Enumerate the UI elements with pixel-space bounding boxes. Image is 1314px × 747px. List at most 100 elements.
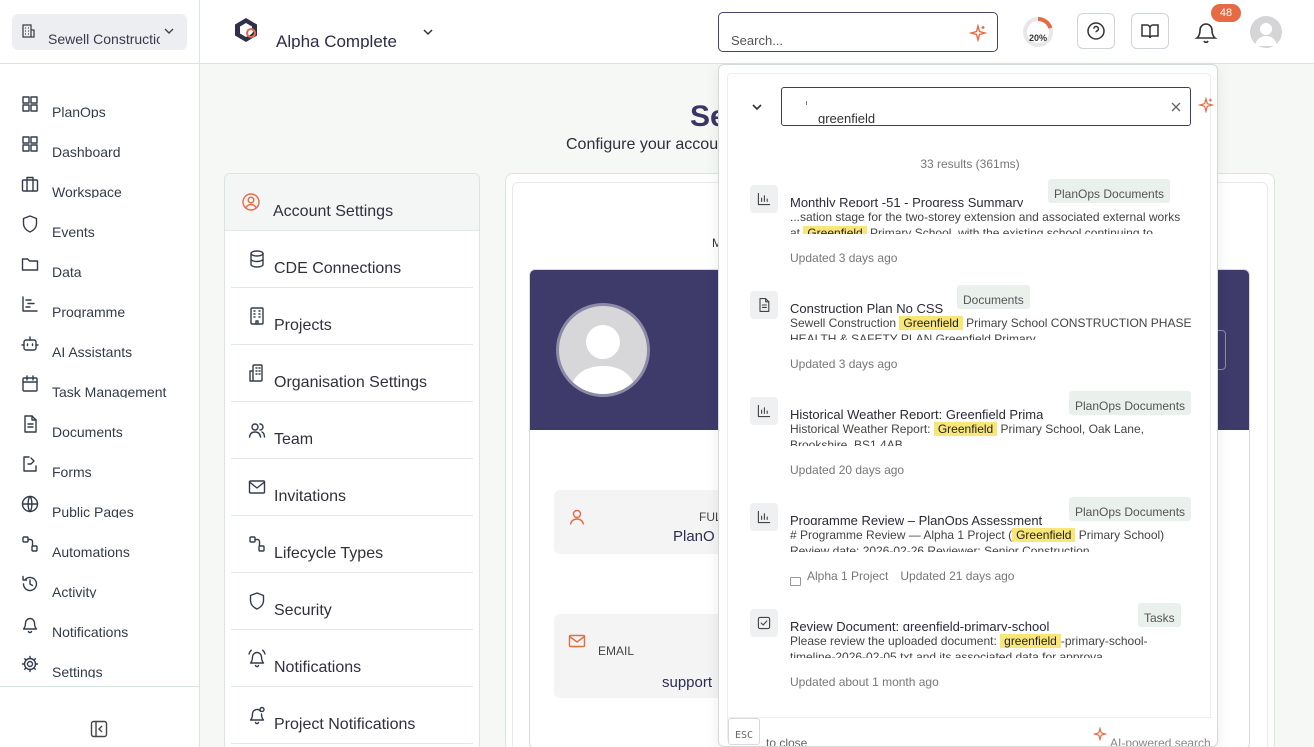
- progress-ring[interactable]: 20%: [1022, 16, 1054, 48]
- text-cursor: [806, 101, 810, 105]
- document-icon: [24, 415, 37, 433]
- users-icon: [248, 423, 266, 438]
- ai-search-label: AI-powered search: [1110, 736, 1211, 746]
- logo-icon[interactable]: [232, 16, 260, 44]
- settings-nav-item-project-notifications[interactable]: Project Notifications: [231, 687, 473, 744]
- shield-icon: [22, 215, 38, 233]
- sidebar-item-notifications[interactable]: Notifications: [0, 606, 199, 646]
- mail-icon: [248, 480, 266, 494]
- sidebar-item-label: Notifications: [52, 624, 129, 638]
- organisation-selector[interactable]: Sewell Construction: [12, 14, 187, 50]
- snippet-text: Please review the uploaded document:: [790, 634, 1001, 648]
- close-icon[interactable]: [1170, 101, 1182, 113]
- snippet-highlight: Greenfield: [933, 422, 998, 436]
- result-snippet: Sewell Construction Greenfield Primary S…: [790, 315, 1192, 340]
- settings-nav-item-account-settings[interactable]: Account Settings: [225, 174, 479, 231]
- result-snippet: Historical Weather Report: Greenfield Pr…: [790, 421, 1192, 446]
- result-source-tag: Documents: [957, 285, 1030, 309]
- sidebar-item-workspace[interactable]: Workspace: [0, 166, 199, 206]
- sidebar-item-automations[interactable]: Automations: [0, 526, 199, 566]
- search-result-item[interactable]: Monthly Report -51 - Progress Summary Pla…: [738, 175, 1198, 281]
- snippet-text: Primary School, with the existing school…: [866, 226, 1153, 234]
- search-query-input[interactable]: greenfield: [781, 87, 1191, 126]
- divider: [0, 63, 200, 64]
- search-input[interactable]: Search...: [718, 12, 998, 52]
- sidebar-item-forms[interactable]: Forms: [0, 446, 199, 486]
- avatar-icon: [569, 325, 637, 394]
- page-title: Se: [690, 100, 720, 133]
- settings-nav-item-lifecycle-types[interactable]: Lifecycle Types: [231, 516, 473, 573]
- settings-nav-label: Notifications: [274, 659, 362, 676]
- sidebar-item-label: PlanOps: [52, 104, 106, 118]
- sidebar-item-label: Task Management: [52, 384, 167, 398]
- sidebar-item-planops[interactable]: PlanOps: [0, 86, 199, 126]
- settings-nav-item-cde-connections[interactable]: CDE Connections: [231, 231, 473, 288]
- progress-ring-icon: [1023, 17, 1053, 47]
- user-circle-icon: [242, 193, 260, 211]
- chart-icon: [757, 404, 771, 418]
- settings-nav-item-security[interactable]: Security: [231, 573, 473, 630]
- sidebar-item-programme[interactable]: Programme: [0, 286, 199, 326]
- help-button[interactable]: [1077, 13, 1115, 49]
- history-icon: [22, 575, 38, 592]
- result-meta: Updated about 1 month ago: [790, 675, 939, 689]
- settings-nav-item-team[interactable]: Team: [231, 402, 473, 459]
- result-title: Programme Review – PlanOps Assessment: [790, 513, 1043, 525]
- settings-nav-item-notifications[interactable]: Notifications: [231, 630, 473, 687]
- settings-nav-label: Team: [274, 431, 314, 448]
- settings-nav-label: Projects: [274, 317, 332, 334]
- calendar-icon: [22, 375, 38, 392]
- email-value: support: [662, 674, 713, 691]
- sidebar-item-documents[interactable]: Documents: [0, 406, 199, 446]
- result-meta: Updated 20 days ago: [790, 463, 904, 477]
- sidebar-item-ai-assistants[interactable]: AI Assistants: [0, 326, 199, 366]
- notifications-bell-icon[interactable]: [1192, 18, 1220, 46]
- globe-icon: [21, 495, 39, 513]
- bell-icon: [22, 617, 38, 634]
- sidebar-item-events[interactable]: Events: [0, 206, 199, 246]
- buildings-icon: [249, 364, 263, 382]
- result-source-tag: PlanOps Documents: [1069, 391, 1192, 415]
- result-updated: Updated 3 days ago: [790, 357, 898, 371]
- sparkle-icon: [969, 24, 987, 42]
- top-bar: Alpha Complete Search... 20% 48: [200, 0, 1314, 64]
- building-icon: [250, 307, 264, 325]
- search-panel: greenfield 33 results (361ms) Monthly Re…: [727, 73, 1214, 746]
- collapse-sidebar-icon[interactable]: [90, 720, 108, 738]
- folder-icon: [21, 258, 39, 271]
- settings-nav-item-projects[interactable]: Projects: [231, 288, 473, 345]
- result-snippet: Please review the uploaded document: gre…: [790, 633, 1192, 658]
- page-subtitle: Configure your accou: [566, 136, 719, 153]
- sidebar-item-task-management[interactable]: Task Management: [0, 366, 199, 406]
- avatar-icon: [1255, 23, 1277, 46]
- sidebar-item-settings[interactable]: Settings: [0, 646, 199, 686]
- snippet-highlight: Greenfield: [803, 226, 867, 234]
- sidebar-item-activity[interactable]: Activity: [0, 566, 199, 606]
- search-result-item[interactable]: Historical Weather Report: Greenfield Pr…: [738, 387, 1198, 493]
- result-snippet: ...sation stage for the two-storey exten…: [790, 209, 1192, 234]
- search-result-item[interactable]: Review Document: greenfield-primary-scho…: [738, 599, 1198, 705]
- sidebar-item-data[interactable]: Data: [0, 246, 199, 286]
- sidebar-item-public-pages[interactable]: Public Pages: [0, 486, 199, 526]
- user-icon: [569, 509, 585, 525]
- user-avatar[interactable]: [1250, 16, 1282, 48]
- project-name[interactable]: Alpha Complete: [276, 32, 397, 49]
- sidebar-item-dashboard[interactable]: Dashboard: [0, 126, 199, 166]
- chart-icon: [757, 192, 771, 206]
- settings-nav-item-invitations[interactable]: Invitations: [231, 459, 473, 516]
- chevron-down-icon[interactable]: [422, 26, 434, 38]
- docs-button[interactable]: [1131, 13, 1169, 49]
- gantt-icon: [22, 296, 38, 312]
- result-type-icon: [750, 185, 778, 213]
- sparkle-icon: [1093, 727, 1107, 741]
- chevron-down-icon[interactable]: [750, 100, 764, 114]
- settings-nav-label: Project Notifications: [274, 716, 416, 733]
- result-updated: Updated 20 days ago: [790, 463, 905, 477]
- sparkle-icon[interactable]: [1198, 97, 1214, 113]
- search-result-item[interactable]: Programme Review – PlanOps Assessment Pla…: [738, 493, 1198, 599]
- profile-avatar[interactable]: [556, 303, 650, 397]
- progress-label: 20%: [1028, 33, 1047, 43]
- settings-nav-item-organisation-settings[interactable]: Organisation Settings: [231, 345, 473, 402]
- search-result-item[interactable]: Construction Plan No CSS Documents Sewell …: [738, 281, 1198, 387]
- esc-key-hint: ESC: [728, 718, 760, 745]
